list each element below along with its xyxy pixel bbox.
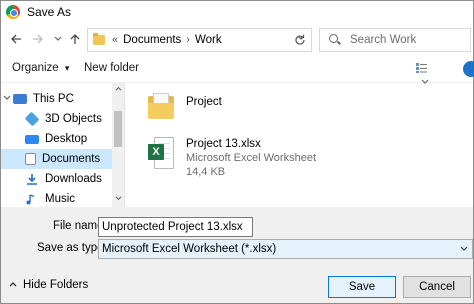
hide-folders-label: Hide Folders bbox=[23, 279, 89, 291]
refresh-icon bbox=[294, 34, 305, 45]
download-icon bbox=[25, 173, 39, 185]
hide-folders-button[interactable]: Hide Folders bbox=[9, 279, 88, 291]
new-folder-button[interactable]: New folder bbox=[84, 62, 139, 74]
music-icon bbox=[25, 193, 39, 205]
search-input[interactable] bbox=[350, 34, 470, 46]
forward-button[interactable] bbox=[29, 29, 47, 49]
cancel-button[interactable]: Cancel bbox=[403, 276, 471, 298]
pc-icon bbox=[13, 94, 27, 104]
filename-input[interactable] bbox=[98, 217, 253, 237]
file-list: Project X Project 13.xlsx Microsoft Exce… bbox=[126, 83, 473, 207]
navigation-bar: « Documents › Work bbox=[1, 23, 473, 57]
sidebar-item-music[interactable]: Music bbox=[1, 189, 113, 207]
excel-file-icon: X bbox=[146, 135, 176, 171]
change-view-button[interactable] bbox=[415, 62, 445, 84]
organize-label: Organize bbox=[12, 62, 59, 74]
help-button[interactable] bbox=[463, 61, 474, 77]
scroll-down-icon[interactable] bbox=[112, 193, 124, 207]
file-type: Microsoft Excel Worksheet bbox=[186, 152, 317, 164]
save-as-dialog: Save As « Documents › Work Search Work O… bbox=[0, 0, 474, 304]
save-form: File name: Save as type: Microsoft Excel… bbox=[1, 207, 473, 269]
sidebar-item-label: This PC bbox=[33, 93, 74, 105]
organize-button[interactable]: Organize ▾ bbox=[12, 62, 69, 74]
left-arrow-icon bbox=[11, 34, 21, 44]
scroll-up-icon[interactable] bbox=[112, 83, 124, 97]
sidebar-item-3d-objects[interactable]: 3D Objects bbox=[1, 109, 113, 129]
file-size: 14,4 KB bbox=[186, 166, 226, 178]
file-name: Project bbox=[186, 96, 222, 108]
scroll-thumb[interactable] bbox=[114, 111, 122, 147]
sidebar-item-documents[interactable]: Documents bbox=[1, 149, 113, 169]
organize-caret-icon: ▾ bbox=[64, 63, 70, 73]
save-type-label: Save as type: bbox=[37, 242, 107, 254]
recent-locations-button[interactable] bbox=[49, 29, 67, 49]
save-button[interactable]: Save bbox=[328, 276, 396, 298]
sidebar-item-label: 3D Objects bbox=[45, 113, 102, 125]
cube-icon bbox=[24, 111, 40, 127]
navigation-scrollbar[interactable] bbox=[112, 83, 124, 207]
save-type-select[interactable]: Microsoft Excel Worksheet (*.xlsx) bbox=[98, 239, 473, 259]
navigation-pane: This PC 3D Objects Desktop Documents Dow… bbox=[1, 83, 125, 207]
refresh-button[interactable] bbox=[288, 28, 312, 52]
sidebar-item-this-pc[interactable]: This PC bbox=[1, 89, 113, 109]
list-item[interactable]: X Project 13.xlsx Microsoft Excel Worksh… bbox=[146, 135, 316, 179]
folder-icon bbox=[93, 33, 105, 45]
chrome-icon bbox=[6, 5, 20, 19]
save-type-value: Microsoft Excel Worksheet (*.xlsx) bbox=[102, 243, 277, 255]
sidebar-item-label: Music bbox=[45, 193, 76, 205]
desktop-icon bbox=[25, 134, 39, 144]
sidebar-item-downloads[interactable]: Downloads bbox=[1, 169, 113, 189]
command-bar: Organize ▾ New folder bbox=[1, 57, 474, 84]
list-item[interactable]: Project bbox=[146, 91, 222, 121]
breadcrumb-documents[interactable]: Documents bbox=[123, 34, 181, 46]
title-bar: Save As bbox=[1, 1, 473, 23]
file-name: Project 13.xlsx bbox=[186, 138, 261, 150]
chevron-down-icon bbox=[54, 36, 62, 41]
search-icon bbox=[329, 34, 340, 46]
chevron-down-icon bbox=[460, 240, 468, 259]
up-arrow-icon bbox=[70, 34, 80, 44]
up-button[interactable] bbox=[66, 29, 84, 49]
address-bar[interactable]: « Documents › Work bbox=[87, 28, 312, 52]
sidebar-item-desktop[interactable]: Desktop bbox=[1, 129, 113, 149]
breadcrumb-separator[interactable]: › bbox=[186, 34, 190, 46]
chevron-up-icon bbox=[9, 280, 17, 290]
right-arrow-icon bbox=[33, 34, 43, 44]
search-box[interactable] bbox=[319, 28, 471, 52]
folder-icon bbox=[146, 91, 176, 121]
view-options-icon bbox=[416, 63, 427, 73]
sidebar-item-label: Downloads bbox=[45, 173, 102, 185]
breadcrumb-overflow[interactable]: « bbox=[112, 34, 118, 46]
dialog-footer: Hide Folders Save Cancel bbox=[1, 269, 473, 303]
window-title: Save As bbox=[27, 5, 72, 19]
back-button[interactable] bbox=[7, 29, 25, 49]
expand-chevron-icon[interactable] bbox=[1, 94, 13, 104]
sidebar-item-label: Documents bbox=[42, 153, 101, 165]
documents-icon bbox=[25, 153, 36, 165]
breadcrumb-work[interactable]: Work bbox=[195, 34, 222, 46]
sidebar-item-label: Desktop bbox=[45, 133, 88, 145]
